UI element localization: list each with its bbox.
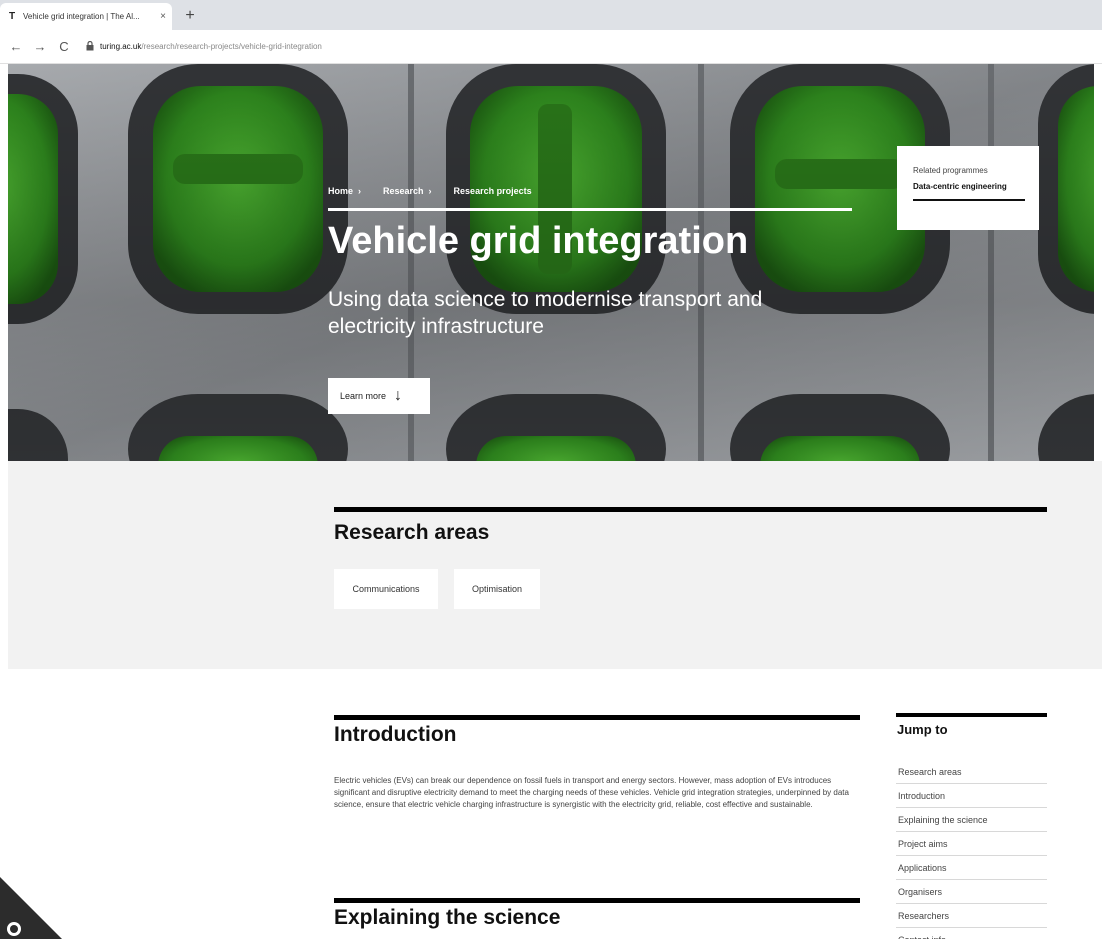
jump-link-introduction[interactable]: Introduction (896, 784, 1047, 808)
back-button[interactable]: ← (6, 37, 26, 57)
jump-to-list: Research areas Introduction Explaining t… (896, 760, 1047, 939)
jump-link-research-areas[interactable]: Research areas (896, 760, 1047, 784)
introduction-title: Introduction (334, 723, 457, 746)
new-tab-button[interactable]: + (180, 6, 200, 26)
forward-button[interactable]: → (30, 37, 50, 57)
tab-title: Vehicle grid integration | The Al... (23, 12, 140, 21)
breadcrumb-home[interactable]: Home › (328, 186, 361, 196)
jump-link-explaining-science[interactable]: Explaining the science (896, 808, 1047, 832)
introduction-text: Electric vehicles (EVs) can break our de… (334, 776, 849, 809)
related-programme-link[interactable]: Data-centric engineering (913, 182, 1025, 201)
research-areas-section: Research areas Communications Optimisati… (8, 461, 1102, 669)
turing-favicon-icon: T (8, 11, 16, 22)
section-divider (334, 898, 860, 903)
jump-link-researchers[interactable]: Researchers (896, 904, 1047, 928)
page-title: Vehicle grid integration (328, 220, 749, 262)
chevron-right-icon: › (428, 186, 432, 196)
jump-link-project-aims[interactable]: Project aims (896, 832, 1047, 856)
learn-more-label: Learn more (340, 391, 387, 401)
reload-button[interactable]: C (54, 37, 74, 57)
research-area-chip[interactable]: Communications (334, 569, 438, 609)
jump-link-applications[interactable]: Applications (896, 856, 1047, 880)
lock-icon (86, 40, 94, 53)
breadcrumb-research-projects[interactable]: Research projects (454, 186, 532, 196)
section-divider (334, 715, 860, 720)
breadcrumb: Home › Research › Research projects (328, 186, 554, 196)
hero-divider (328, 208, 852, 211)
learn-more-button[interactable]: Learn more ↓ (328, 378, 430, 414)
jump-to-title: Jump to (897, 722, 948, 737)
breadcrumb-research[interactable]: Research › (383, 186, 432, 196)
jump-to-divider (896, 713, 1047, 717)
explaining-science-title: Explaining the science (334, 906, 561, 929)
arrow-down-icon: ↓ (394, 387, 403, 404)
browser-tab[interactable]: T Vehicle grid integration | The Al... × (0, 3, 172, 30)
jump-link-contact-info[interactable]: Contact info (896, 928, 1047, 939)
corner-badge-icon[interactable] (0, 877, 70, 939)
address-bar[interactable]: turing.ac.uk/research/research-projects/… (86, 36, 1086, 58)
jump-link-organisers[interactable]: Organisers (896, 880, 1047, 904)
section-divider (334, 507, 1047, 512)
research-areas-title: Research areas (334, 521, 490, 544)
chevron-right-icon: › (358, 186, 362, 196)
url-host: turing.ac.uk (100, 42, 142, 51)
research-area-chip[interactable]: Optimisation (454, 569, 540, 609)
tab-close-icon[interactable]: × (160, 11, 166, 22)
browser-tabstrip: T Vehicle grid integration | The Al... ×… (0, 0, 1102, 30)
browser-toolbar: ← → C turing.ac.uk/research/research-pro… (0, 30, 1102, 64)
related-programmes-label: Related programmes (913, 166, 988, 175)
page-subtitle: Using data science to modernise transpor… (328, 288, 763, 338)
related-programmes-card: Related programmes Data-centric engineer… (897, 146, 1039, 230)
url-path: /research/research-projects/vehicle-grid… (141, 42, 322, 51)
